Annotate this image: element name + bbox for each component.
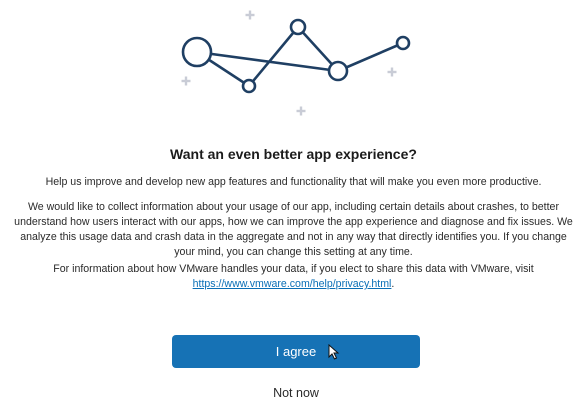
node-top — [289, 18, 307, 36]
dialog-title: Want an even better app experience? — [170, 146, 417, 162]
agree-button-label: I agree — [275, 344, 317, 359]
network-lines — [195, 25, 405, 88]
node-bottom-left — [241, 78, 257, 94]
network-illustration — [181, 10, 411, 116]
mouse-pointer-icon — [328, 344, 340, 360]
node-far-right — [395, 35, 411, 51]
telemetry-consent-dialog: Want an even better app experience? Help… — [0, 0, 587, 399]
privacy-suffix: . — [391, 278, 395, 290]
privacy-link[interactable]: https://www.vmware.com/help/privacy.html — [193, 278, 392, 290]
sparkle-icon — [245, 10, 255, 20]
sparkle-icon — [181, 76, 191, 86]
privacy-text: For information about how VMware handles… — [53, 263, 534, 275]
sparkle-icon — [296, 106, 306, 116]
details-text: We would like to collect information abo… — [14, 201, 573, 258]
not-now-button[interactable]: Not now — [222, 384, 370, 399]
not-now-label: Not now — [273, 386, 319, 399]
privacy-paragraph: For information about how VMware handles… — [10, 262, 577, 292]
node-large — [181, 36, 213, 68]
agree-button[interactable]: I agree — [172, 335, 420, 368]
node-right — [327, 60, 349, 82]
intro-text: Help us improve and develop new app feat… — [45, 176, 542, 188]
sparkle-icon — [387, 67, 397, 77]
